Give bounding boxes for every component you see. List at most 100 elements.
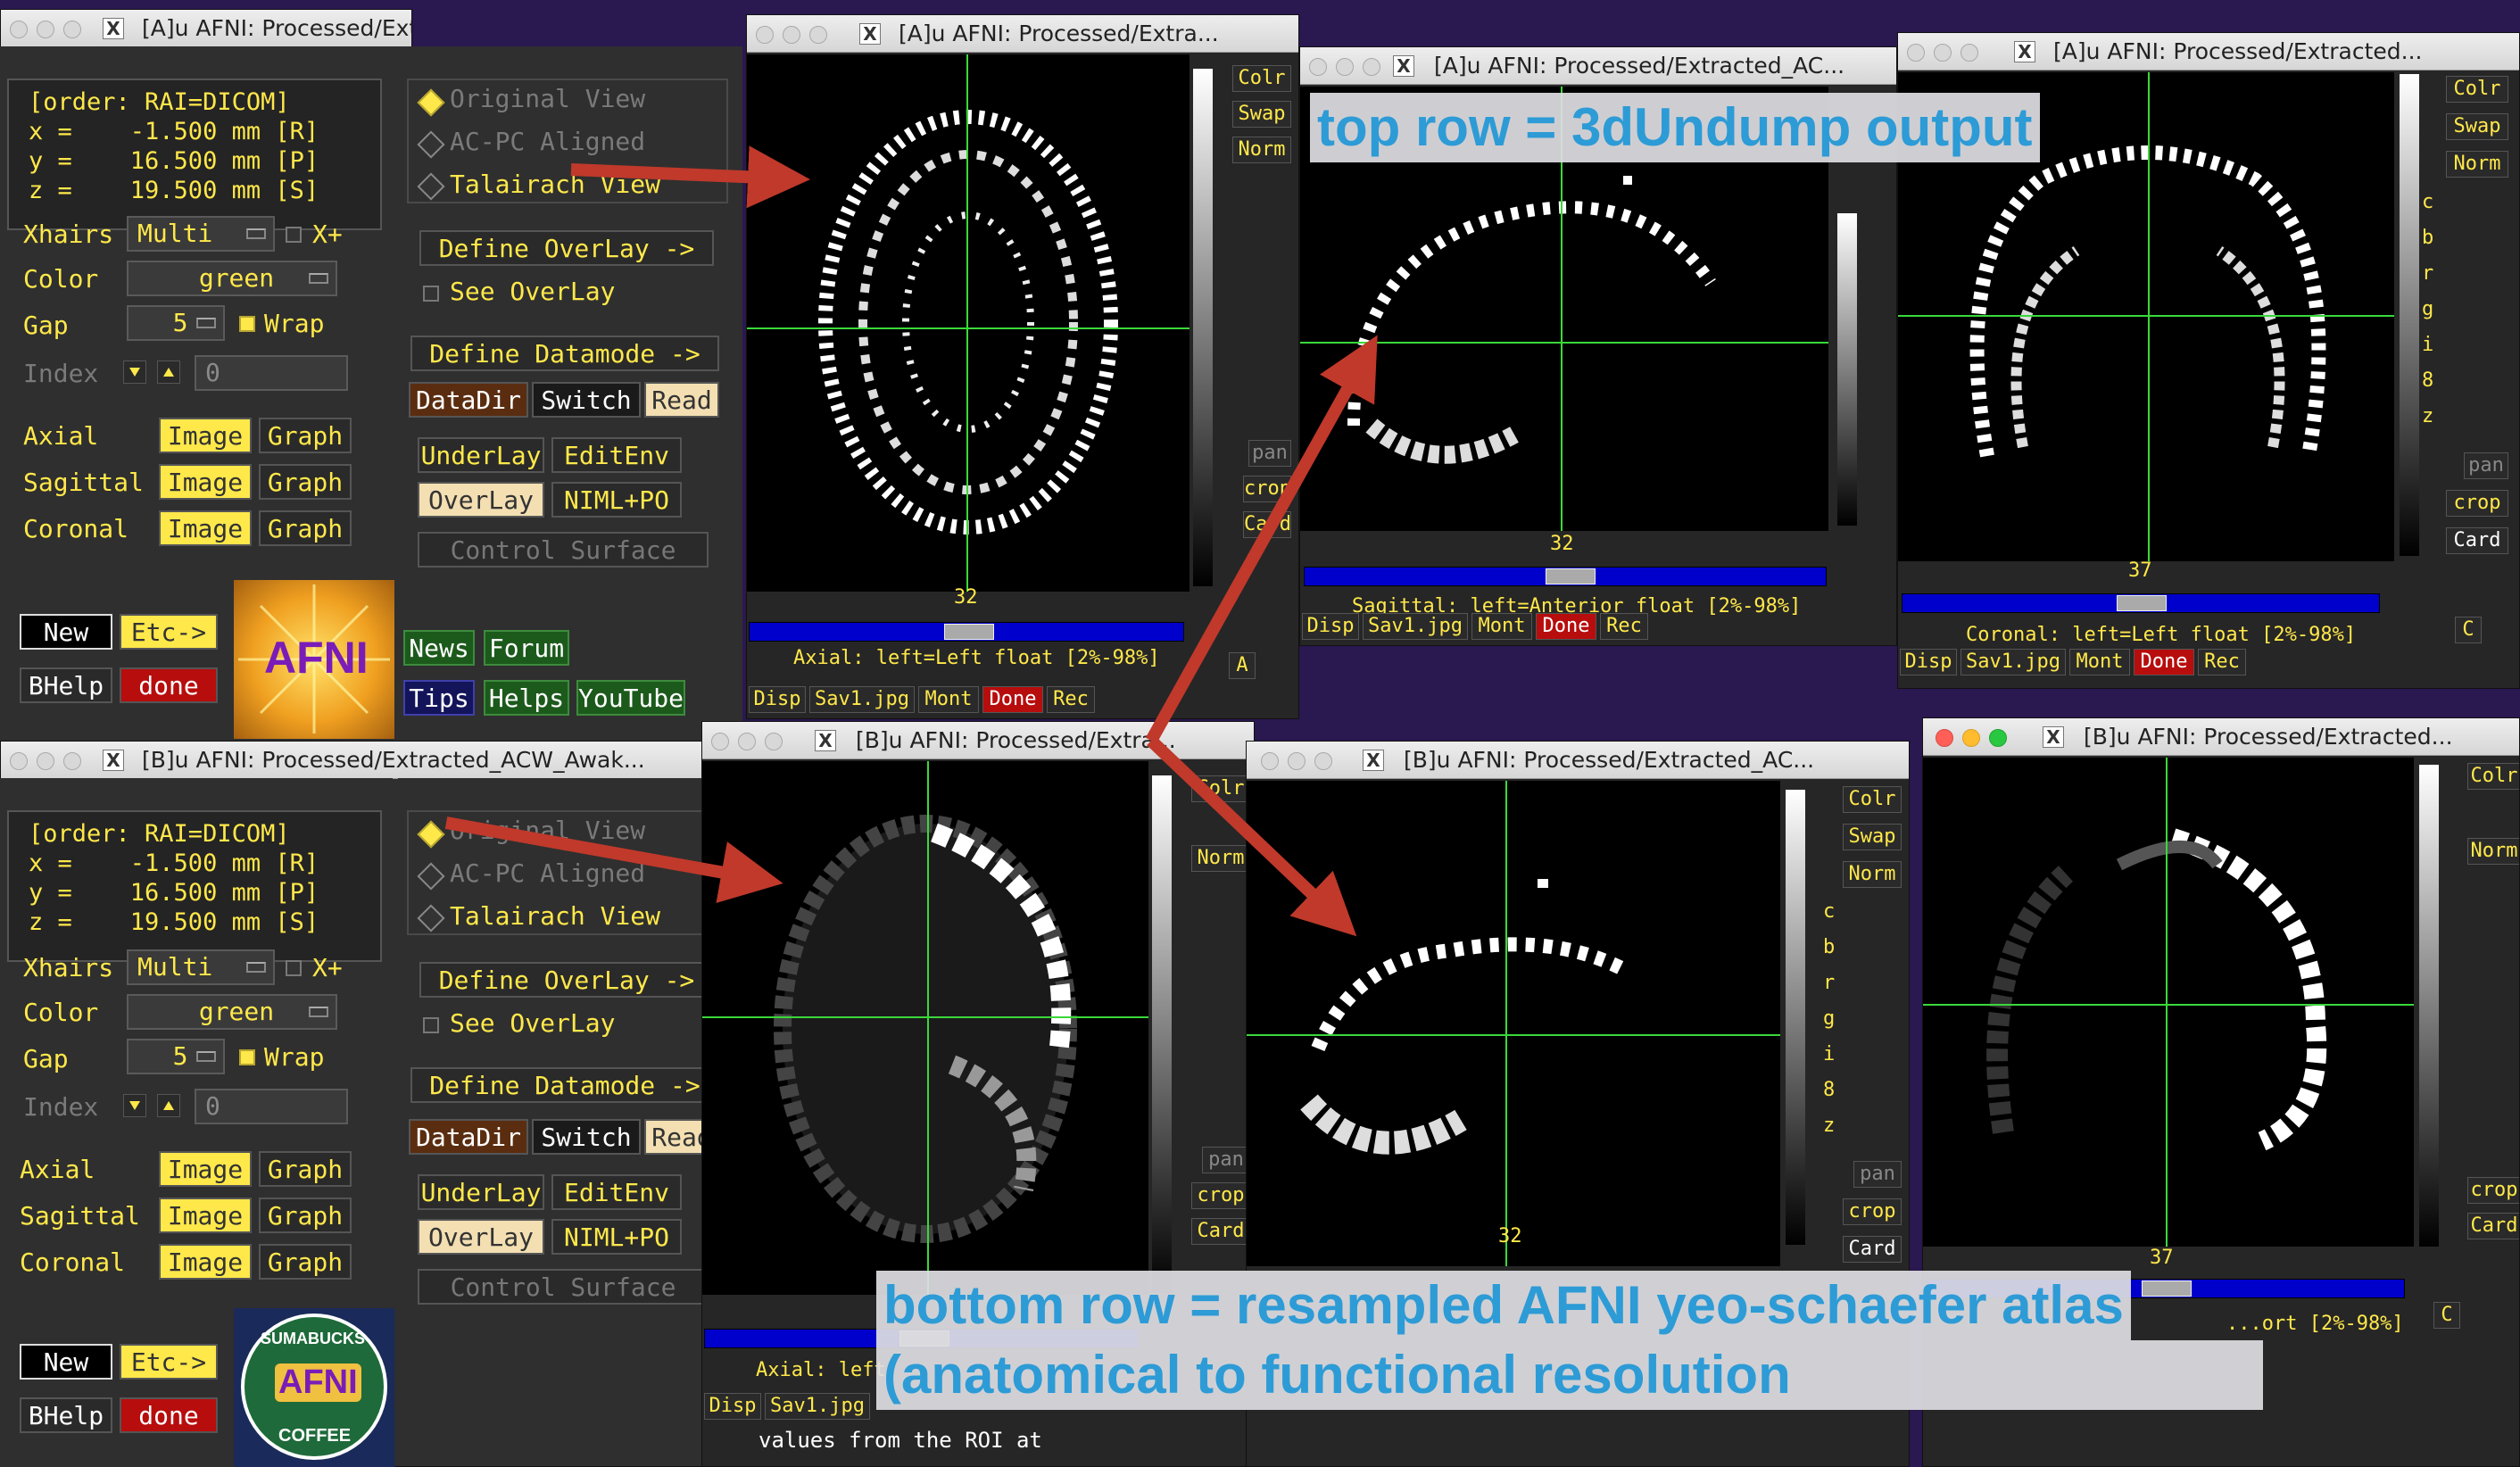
save-button[interactable]: Sav1.jpg: [1363, 613, 1468, 640]
bhelp-button[interactable]: BHelp: [20, 1397, 112, 1433]
slider-knob[interactable]: [1546, 568, 1596, 584]
index-field[interactable]: 0: [195, 355, 348, 391]
record-button[interactable]: Rec: [1047, 686, 1095, 713]
disp-button[interactable]: Disp: [1302, 613, 1359, 640]
c-button[interactable]: C: [2455, 617, 2482, 643]
news-button[interactable]: News: [403, 630, 475, 666]
pan-button[interactable]: pan: [2464, 452, 2508, 479]
disp-button[interactable]: Disp: [704, 1393, 761, 1420]
crop-button[interactable]: crop: [1843, 1198, 1902, 1225]
zoom-dot[interactable]: [63, 21, 81, 38]
atlas-image-coronal[interactable]: [1923, 758, 2414, 1247]
zoom-dot[interactable]: [1989, 729, 2007, 747]
zoom-dot[interactable]: [1960, 44, 1978, 62]
index-down-arrow[interactable]: [123, 1094, 146, 1117]
montage-button[interactable]: Mont: [918, 686, 979, 713]
define-datamode-button[interactable]: Define Datamode ->: [410, 336, 719, 371]
colr-button[interactable]: Colr: [1191, 775, 1250, 802]
norm-button[interactable]: Norm: [1232, 137, 1291, 163]
editenv-button[interactable]: EditEnv: [551, 1174, 682, 1210]
sagittal-graph-button[interactable]: Graph: [259, 464, 352, 500]
read-button[interactable]: Read: [644, 382, 719, 418]
index-field[interactable]: 0: [195, 1089, 348, 1124]
card-button[interactable]: Card: [1191, 1218, 1250, 1245]
new-button[interactable]: New: [20, 1344, 112, 1380]
done-button[interactable]: done: [120, 1397, 218, 1433]
minimize-dot[interactable]: [37, 21, 54, 38]
control-surface-button[interactable]: Control Surface: [418, 1269, 709, 1305]
close-dot[interactable]: [1907, 44, 1925, 62]
see-overlay-checkbox[interactable]: [423, 286, 439, 302]
sagittal-image-button[interactable]: Image: [159, 1198, 252, 1233]
montage-button[interactable]: Mont: [1471, 613, 1532, 640]
xhairs-select[interactable]: Multi: [127, 216, 275, 252]
swap-button[interactable]: Swap: [1843, 824, 1902, 850]
save-button[interactable]: Sav1.jpg: [765, 1393, 870, 1420]
montage-button[interactable]: Mont: [2069, 649, 2130, 675]
zoom-dot[interactable]: [809, 26, 827, 44]
coronal-image-button[interactable]: Image: [159, 510, 252, 546]
close-dot[interactable]: [711, 733, 729, 750]
niml-button[interactable]: NIML+PO: [551, 1219, 682, 1255]
bhelp-button[interactable]: BHelp: [20, 667, 112, 703]
crop-button[interactable]: crop: [2467, 1177, 2519, 1204]
done-button[interactable]: Done: [1536, 613, 1596, 640]
slice-slider[interactable]: [1304, 567, 1827, 586]
done-button[interactable]: Done: [982, 686, 1043, 713]
c-button[interactable]: C: [2433, 1302, 2460, 1329]
swap-button[interactable]: Swap: [1232, 101, 1291, 128]
viewer-titlebar[interactable]: X [B]u AFNI: Processed/Extra...: [702, 722, 1254, 759]
done-button[interactable]: Done: [2134, 649, 2194, 675]
crop-button[interactable]: crop: [1243, 476, 1291, 502]
niml-button[interactable]: NIML+PO: [551, 482, 682, 518]
done-button[interactable]: done: [120, 667, 218, 703]
card-button[interactable]: Card: [1843, 1236, 1902, 1263]
colr-button[interactable]: Colr: [2446, 76, 2508, 103]
overlay-button[interactable]: OverLay: [418, 1219, 544, 1255]
datadir-button[interactable]: DataDir: [409, 1119, 528, 1155]
card-button[interactable]: Card: [2467, 1213, 2519, 1239]
viewer-titlebar[interactable]: X [A]u AFNI: Processed/Extracted...: [1898, 33, 2519, 70]
zoom-dot[interactable]: [1363, 58, 1380, 76]
close-dot[interactable]: [756, 26, 774, 44]
tips-button[interactable]: Tips: [403, 680, 475, 716]
overlay-button[interactable]: OverLay: [418, 482, 544, 518]
minimize-dot[interactable]: [1962, 729, 1980, 747]
underlay-button[interactable]: UnderLay: [418, 1174, 544, 1210]
control-surface-button[interactable]: Control Surface: [418, 532, 709, 568]
switch-button[interactable]: Switch: [532, 1119, 641, 1155]
helps-button[interactable]: Helps: [484, 680, 569, 716]
zoom-dot[interactable]: [1314, 752, 1332, 770]
gap-select[interactable]: 5: [127, 305, 225, 341]
norm-button[interactable]: Norm: [2467, 838, 2519, 865]
atlas-image-axial[interactable]: [702, 761, 1148, 1295]
coronal-graph-button[interactable]: Graph: [259, 510, 352, 546]
axial-image-button[interactable]: Image: [159, 1151, 252, 1187]
minimize-dot[interactable]: [783, 26, 800, 44]
axial-image-button[interactable]: Image: [159, 418, 252, 453]
axial-graph-button[interactable]: Graph: [259, 418, 352, 453]
colr-button[interactable]: Colr: [2467, 763, 2519, 790]
crop-button[interactable]: crop: [2446, 490, 2508, 517]
viewer-titlebar[interactable]: X [B]u AFNI: Processed/Extracted...: [1923, 718, 2519, 756]
zoom-dot[interactable]: [63, 752, 81, 770]
axial-graph-button[interactable]: Graph: [259, 1151, 352, 1187]
editenv-button[interactable]: EditEnv: [551, 437, 682, 473]
coronal-image-button[interactable]: Image: [159, 1244, 252, 1280]
brain-image-axial[interactable]: [747, 54, 1190, 592]
disp-button[interactable]: Disp: [1900, 649, 1957, 675]
a-button[interactable]: A: [1229, 652, 1256, 679]
crop-button[interactable]: crop: [1191, 1182, 1250, 1209]
pan-button[interactable]: pan: [1248, 440, 1291, 467]
forum-button[interactable]: Forum: [484, 630, 569, 666]
atlas-image-sagittal[interactable]: [1247, 781, 1780, 1266]
minimize-dot[interactable]: [37, 752, 54, 770]
controller-a-titlebar[interactable]: X [A]u AFNI: Processed/Extracted_ACW_Awa…: [1, 10, 411, 47]
wrap-checkbox[interactable]: [239, 316, 255, 332]
index-up-arrow[interactable]: [157, 361, 180, 384]
pan-button[interactable]: pan: [1853, 1161, 1902, 1188]
new-button[interactable]: New: [20, 614, 112, 650]
slider-knob[interactable]: [2117, 595, 2167, 611]
norm-button[interactable]: Norm: [1191, 845, 1250, 872]
xplus-checkbox[interactable]: [286, 960, 302, 976]
